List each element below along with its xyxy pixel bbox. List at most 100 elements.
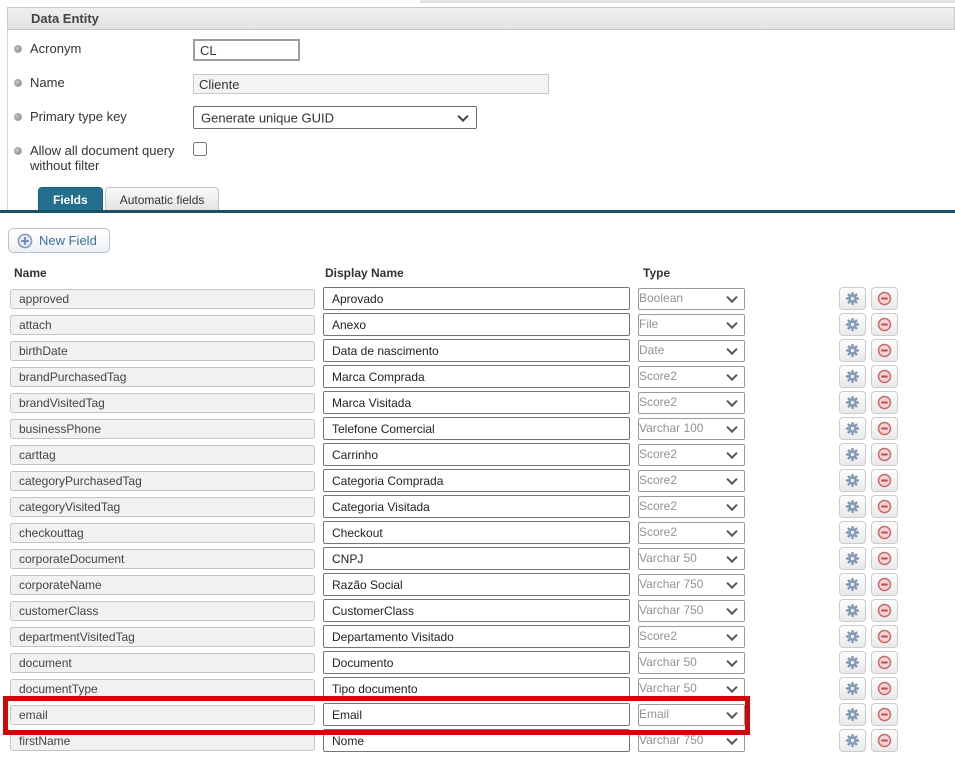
- field-name-input[interactable]: [10, 627, 315, 647]
- field-type-select[interactable]: Varchar 750: [638, 600, 745, 622]
- field-name-input[interactable]: [10, 497, 315, 517]
- field-name-input[interactable]: [10, 393, 315, 413]
- field-settings-button[interactable]: [839, 625, 866, 648]
- field-type-select[interactable]: Score2: [638, 470, 745, 492]
- field-display-name-input[interactable]: [323, 521, 630, 544]
- field-remove-button[interactable]: [871, 547, 898, 570]
- field-settings-button[interactable]: [839, 365, 866, 388]
- field-settings-button[interactable]: [839, 547, 866, 570]
- field-type-select[interactable]: Email: [638, 704, 745, 726]
- field-type-select[interactable]: Varchar 750: [638, 574, 745, 596]
- field-settings-button[interactable]: [839, 573, 866, 596]
- field-display-name-input[interactable]: [323, 391, 630, 414]
- field-remove-button[interactable]: [871, 729, 898, 752]
- field-name-input[interactable]: [10, 471, 315, 491]
- field-remove-button[interactable]: [871, 703, 898, 726]
- field-settings-button[interactable]: [839, 287, 866, 310]
- field-remove-button[interactable]: [871, 313, 898, 336]
- field-remove-button[interactable]: [871, 651, 898, 674]
- field-display-name-input[interactable]: [323, 573, 630, 596]
- field-settings-button[interactable]: [839, 599, 866, 622]
- field-settings-button[interactable]: [839, 313, 866, 336]
- field-remove-button[interactable]: [871, 365, 898, 388]
- field-name-input[interactable]: [10, 575, 315, 595]
- field-type-select[interactable]: Score2: [638, 626, 745, 648]
- field-name-input[interactable]: [10, 601, 315, 621]
- field-remove-button[interactable]: [871, 469, 898, 492]
- field-type-select[interactable]: Varchar 50: [638, 548, 745, 570]
- field-remove-button[interactable]: [871, 495, 898, 518]
- field-display-name-input[interactable]: [323, 703, 630, 726]
- tab-automatic-fields[interactable]: Automatic fields: [105, 187, 220, 211]
- field-settings-button[interactable]: [839, 391, 866, 414]
- field-name-input[interactable]: [10, 523, 315, 543]
- field-type-select[interactable]: Varchar 50: [638, 652, 745, 674]
- field-type-select[interactable]: Date: [638, 340, 745, 362]
- field-remove-button[interactable]: [871, 599, 898, 622]
- field-name-input[interactable]: [10, 679, 315, 699]
- field-settings-button[interactable]: [839, 339, 866, 362]
- field-type-select[interactable]: Varchar 100: [638, 418, 745, 440]
- field-display-name-input[interactable]: [323, 339, 630, 362]
- field-type-value: Score2: [639, 473, 677, 487]
- field-remove-button[interactable]: [871, 521, 898, 544]
- field-display-name-input[interactable]: [323, 625, 630, 648]
- field-remove-button[interactable]: [871, 417, 898, 440]
- field-type-select[interactable]: Score2: [638, 444, 745, 466]
- field-type-select[interactable]: Score2: [638, 392, 745, 414]
- field-remove-button[interactable]: [871, 339, 898, 362]
- field-type-select[interactable]: Varchar 750: [638, 730, 745, 752]
- primary-type-key-select[interactable]: Generate unique GUID: [193, 106, 477, 129]
- field-type-select[interactable]: Varchar 50: [638, 678, 745, 700]
- field-settings-button[interactable]: [839, 521, 866, 544]
- field-name-input[interactable]: [10, 653, 315, 673]
- new-field-button[interactable]: New Field: [8, 228, 110, 253]
- field-display-name-input[interactable]: [323, 365, 630, 388]
- field-settings-button[interactable]: [839, 443, 866, 466]
- field-settings-button[interactable]: [839, 469, 866, 492]
- field-name-input[interactable]: [10, 731, 315, 751]
- field-remove-button[interactable]: [871, 443, 898, 466]
- field-remove-button[interactable]: [871, 391, 898, 414]
- field-name-input[interactable]: [10, 315, 315, 335]
- field-name-input[interactable]: [10, 289, 315, 309]
- field-name-input[interactable]: [10, 549, 315, 569]
- field-display-name-input[interactable]: [323, 443, 630, 466]
- gear-icon: [845, 629, 860, 644]
- field-remove-button[interactable]: [871, 677, 898, 700]
- field-name-input[interactable]: [10, 419, 315, 439]
- field-type-select[interactable]: Score2: [638, 522, 745, 544]
- field-remove-button[interactable]: [871, 287, 898, 310]
- field-display-name-input[interactable]: [323, 313, 630, 336]
- field-type-select[interactable]: File: [638, 314, 745, 336]
- field-display-name-input[interactable]: [323, 599, 630, 622]
- field-display-name-input[interactable]: [323, 677, 630, 700]
- field-display-name-input[interactable]: [323, 287, 630, 310]
- field-display-name-input[interactable]: [323, 495, 630, 518]
- field-name-input[interactable]: [10, 341, 315, 361]
- entity-name-input[interactable]: [193, 74, 549, 94]
- field-display-name-input[interactable]: [323, 729, 630, 752]
- tab-fields[interactable]: Fields: [38, 187, 103, 211]
- field-name-input[interactable]: [10, 445, 315, 465]
- field-display-name-input[interactable]: [323, 651, 630, 674]
- field-name-input[interactable]: [10, 367, 315, 387]
- field-remove-button[interactable]: [871, 625, 898, 648]
- field-type-select[interactable]: Score2: [638, 366, 745, 388]
- field-settings-button[interactable]: [839, 651, 866, 674]
- field-settings-button[interactable]: [839, 417, 866, 440]
- field-type-select[interactable]: Boolean: [638, 288, 745, 310]
- field-display-name-input[interactable]: [323, 547, 630, 570]
- field-settings-button[interactable]: [839, 495, 866, 518]
- acronym-input[interactable]: [193, 39, 300, 61]
- field-settings-button[interactable]: [839, 677, 866, 700]
- field-name-input[interactable]: [10, 705, 315, 725]
- allow-query-checkbox[interactable]: [193, 142, 207, 156]
- field-display-name-input[interactable]: [323, 417, 630, 440]
- field-settings-button[interactable]: [839, 729, 866, 752]
- field-display-name-input[interactable]: [323, 469, 630, 492]
- field-remove-button[interactable]: [871, 573, 898, 596]
- table-row: Varchar 750: [10, 573, 955, 596]
- field-settings-button[interactable]: [839, 703, 866, 726]
- field-type-select[interactable]: Score2: [638, 496, 745, 518]
